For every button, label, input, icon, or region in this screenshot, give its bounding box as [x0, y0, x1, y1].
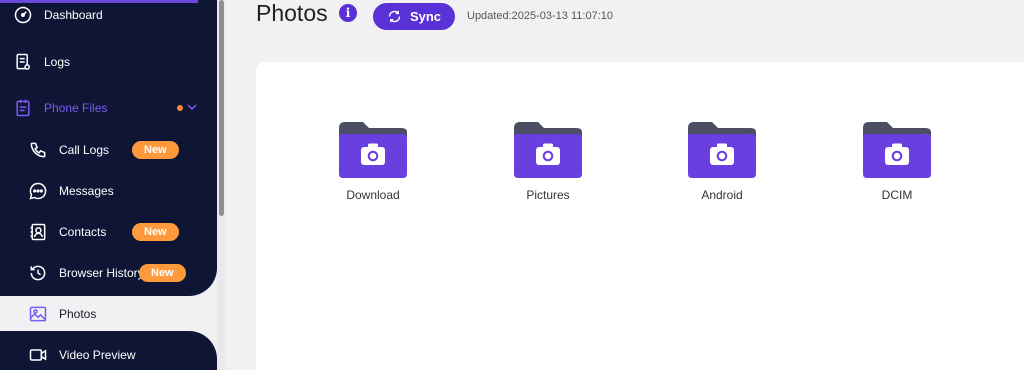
sidebar-item-contacts[interactable]: Contacts [27, 221, 106, 243]
notification-dot [177, 105, 183, 111]
new-badge: New [139, 264, 186, 282]
sync-icon [388, 10, 401, 23]
sidebar-item-label: Photos [59, 307, 97, 321]
sync-button[interactable]: Sync [373, 3, 455, 30]
sidebar-item-video-preview[interactable]: Video Preview [27, 344, 136, 366]
dashboard-icon [12, 4, 34, 26]
sidebar-item-browser-history[interactable]: Browser History [27, 262, 144, 284]
sidebar-item-label: Dashboard [44, 8, 103, 22]
info-icon[interactable]: i [339, 4, 357, 22]
history-icon [27, 262, 49, 284]
sidebar-item-label: Browser History [59, 266, 144, 280]
folders-panel: Download Pictures Android DCIM [256, 62, 1024, 370]
video-icon [27, 344, 49, 366]
folder-camera-icon [339, 122, 407, 178]
chat-bubble-icon [27, 180, 49, 202]
folder-item-android[interactable]: Android [667, 120, 777, 202]
sidebar-item-label: Phone Files [44, 101, 108, 115]
chevron-down-icon[interactable] [186, 101, 198, 113]
new-badge: New [132, 223, 179, 241]
new-badge: New [132, 141, 179, 159]
folder-name: Download [346, 188, 400, 202]
folder-item-dcim[interactable]: DCIM [842, 120, 952, 202]
sidebar-item-label: Call Logs [59, 143, 110, 157]
sidebar-item-dashboard[interactable]: Dashboard [12, 4, 103, 26]
sidebar-item-phone-files[interactable]: Phone Files [12, 97, 107, 119]
sidebar-item-photos[interactable]: Photos [27, 303, 96, 325]
contacts-icon [27, 221, 49, 243]
logs-icon [12, 51, 34, 73]
sidebar-top-accent [0, 0, 198, 3]
sidebar-item-logs[interactable]: Logs [12, 51, 70, 73]
page-title: Photos [256, 0, 328, 26]
folder-name: Pictures [526, 188, 570, 202]
folder-item-download[interactable]: Download [318, 120, 428, 202]
updated-timestamp: Updated:2025-03-13 11:07:10 [467, 10, 613, 22]
folder-name: Android [701, 188, 743, 202]
sidebar-item-call-logs[interactable]: Call Logs [27, 139, 109, 161]
sidebar-item-label: Video Preview [59, 348, 136, 362]
sidebar-item-label: Messages [59, 184, 114, 198]
sidebar-item-label: Logs [44, 55, 71, 69]
folder-camera-icon [688, 122, 756, 178]
folder-camera-icon [514, 122, 582, 178]
folder-name: DCIM [881, 188, 913, 202]
sidebar-item-messages[interactable]: Messages [27, 180, 114, 202]
phone-files-icon [12, 97, 34, 119]
phone-icon [27, 139, 49, 161]
sidebar-item-label: Contacts [59, 225, 107, 239]
folder-camera-icon [863, 122, 931, 178]
sidebar: Dashboard Logs Phone Files Call Logs New… [0, 0, 217, 370]
folder-item-pictures[interactable]: Pictures [493, 120, 603, 202]
image-icon [27, 303, 49, 325]
sidebar-scrollbar-thumb[interactable] [219, 0, 224, 216]
sync-label: Sync [409, 9, 442, 24]
